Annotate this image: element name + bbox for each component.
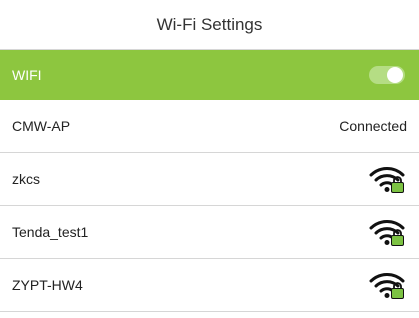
toggle-knob [387,67,403,83]
wifi-locked-icon [369,220,405,246]
network-row-zypt-hw4[interactable]: ZYPT-HW4 [0,259,419,312]
network-ssid: zkcs [12,171,40,187]
wifi-locked-icon [369,273,405,299]
network-ssid: CMW-AP [12,118,71,134]
wifi-settings-screen: Wi-Fi Settings WIFI CMW-AP Connected zkc… [0,0,419,318]
network-row-cmw-ap[interactable]: CMW-AP Connected [0,100,419,153]
network-row-tenda-test1[interactable]: Tenda_test1 [0,206,419,259]
wifi-locked-icon [369,167,405,193]
wifi-toggle-row[interactable]: WIFI [0,50,419,100]
wifi-toggle-switch[interactable] [369,66,405,84]
network-row-zkcs[interactable]: zkcs [0,153,419,206]
network-status: Connected [339,118,407,134]
network-ssid: Tenda_test1 [12,224,89,240]
title-bar: Wi-Fi Settings [0,0,419,50]
page-title: Wi-Fi Settings [156,14,263,34]
network-ssid: ZYPT-HW4 [12,277,83,293]
wifi-toggle-label: WIFI [12,67,42,83]
